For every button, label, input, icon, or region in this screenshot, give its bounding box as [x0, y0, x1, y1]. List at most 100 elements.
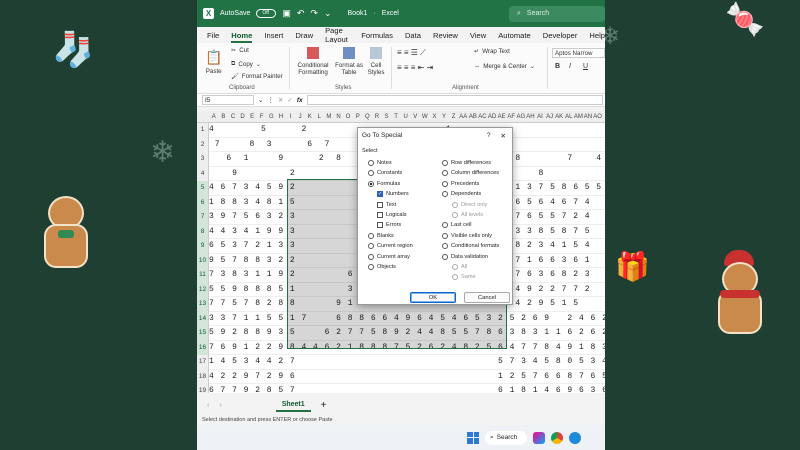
tab-developer[interactable]: Developer: [543, 31, 578, 40]
edge-icon[interactable]: [569, 431, 581, 444]
tab-draw[interactable]: Draw: [295, 31, 313, 40]
radio-data-validation[interactable]: Data validation: [442, 254, 488, 260]
column-header[interactable]: AD: [487, 111, 497, 122]
table-row[interactable]: 4 2 2 9 7 2 9 6 1 2 5 7 6 6 8 7 6 5: [209, 370, 605, 384]
name-box[interactable]: I5: [202, 95, 254, 105]
search-box[interactable]: ⌕ Search: [509, 5, 605, 22]
column-header[interactable]: G: [267, 111, 277, 122]
radio-dependents[interactable]: Dependents: [442, 191, 481, 197]
column-header[interactable]: AJ: [545, 111, 555, 122]
scroll-right-icon[interactable]: ›: [219, 402, 221, 409]
radio-blanks[interactable]: Blanks: [368, 233, 394, 239]
column-header[interactable]: AG: [516, 111, 526, 122]
row-header[interactable]: 7: [197, 210, 209, 225]
radio-row-differences[interactable]: Row differences: [442, 160, 491, 166]
cut-button[interactable]: ✂ Cut: [231, 47, 249, 54]
row-header[interactable]: 5: [197, 181, 209, 196]
paste-button[interactable]: 📋 Paste: [205, 49, 222, 75]
font-name-select[interactable]: Aptos Narrow: [552, 48, 605, 58]
cancel-icon[interactable]: ✕: [278, 96, 283, 104]
table-row[interactable]: 1 4 5 3 4 4 2 7 5 7 3 4 5 8 0 5 3 4: [209, 355, 605, 370]
radio-notes[interactable]: Notes: [368, 160, 392, 166]
add-sheet-button[interactable]: +: [321, 400, 327, 411]
radio-constants[interactable]: Constants: [368, 170, 402, 176]
row-header[interactable]: 3: [197, 152, 209, 167]
column-header[interactable]: AN: [583, 111, 593, 122]
italic-button[interactable]: I: [569, 63, 571, 70]
cancel-button[interactable]: Cancel: [464, 292, 510, 303]
column-header[interactable]: AL: [564, 111, 574, 122]
bold-button[interactable]: B: [555, 63, 560, 70]
windows-start-icon[interactable]: [467, 431, 479, 444]
row-header[interactable]: 1: [197, 123, 209, 138]
checkbox-errors[interactable]: Errors: [377, 222, 401, 228]
tab-automate[interactable]: Automate: [498, 31, 531, 40]
underline-button[interactable]: U: [583, 63, 588, 70]
enter-icon[interactable]: ✓: [287, 96, 292, 104]
ok-button[interactable]: OK: [410, 292, 456, 303]
row-header[interactable]: 14: [197, 311, 209, 326]
taskbar-search[interactable]: ⌕ Search: [485, 430, 527, 445]
row-header[interactable]: 13: [197, 297, 209, 312]
conditional-formatting-button[interactable]: Conditional Formatting: [295, 47, 331, 76]
tab-view[interactable]: View: [470, 31, 486, 40]
column-header[interactable]: I: [286, 111, 296, 122]
column-header[interactable]: Q: [363, 111, 373, 122]
radio-direct-only[interactable]: Direct only: [452, 202, 487, 208]
column-header[interactable]: AB: [468, 111, 478, 122]
row-header[interactable]: 16: [197, 340, 209, 355]
radio-conditional-formats[interactable]: Conditional formats: [442, 243, 499, 249]
column-header[interactable]: B: [219, 111, 229, 122]
radio-objects[interactable]: Objects: [368, 264, 396, 270]
row-header[interactable]: 12: [197, 282, 209, 297]
radio-formulas[interactable]: Formulas: [368, 181, 400, 187]
chevron-down-icon[interactable]: ⌄: [258, 96, 263, 104]
column-header[interactable]: Y: [439, 111, 449, 122]
cell-styles-button[interactable]: Cell Styles: [365, 47, 387, 76]
close-button[interactable]: ✕: [501, 132, 506, 140]
row-header[interactable]: 8: [197, 224, 209, 239]
save-icon[interactable]: ▣: [282, 8, 291, 19]
column-header[interactable]: N: [334, 111, 344, 122]
column-header[interactable]: M: [324, 111, 334, 122]
column-header[interactable]: K: [305, 111, 315, 122]
radio-current-region[interactable]: Current region: [368, 243, 413, 249]
radio-all-levels[interactable]: All levels: [452, 212, 483, 218]
merge-center-button[interactable]: ⇔ Merge & Center ⌄: [474, 63, 535, 70]
formula-input[interactable]: [306, 95, 603, 105]
column-header[interactable]: F: [257, 111, 267, 122]
copy-button[interactable]: ⧉ Copy ⌄: [231, 60, 261, 68]
radio-column-differences[interactable]: Column differences: [442, 170, 499, 176]
redo-icon[interactable]: ↷: [310, 8, 318, 19]
format-painter-button[interactable]: 🖌 Format Painter: [231, 72, 283, 81]
chrome-icon[interactable]: [551, 431, 563, 444]
autosave-toggle[interactable]: Off: [256, 9, 277, 18]
column-header[interactable]: AI: [535, 111, 545, 122]
column-header[interactable]: C: [228, 111, 238, 122]
column-header[interactable]: AC: [478, 111, 488, 122]
checkbox-text[interactable]: Text: [377, 202, 396, 208]
customize-icon[interactable]: ⌄: [324, 8, 332, 19]
row-header[interactable]: 11: [197, 268, 209, 283]
column-header[interactable]: X: [430, 111, 440, 122]
fx-icon[interactable]: fx: [297, 97, 303, 104]
tab-data[interactable]: Data: [405, 31, 421, 40]
sheet-tab-sheet1[interactable]: Sheet1: [275, 399, 311, 412]
undo-icon[interactable]: ↶: [297, 8, 305, 19]
column-header[interactable]: AO: [593, 111, 603, 122]
row-header[interactable]: 2: [197, 137, 209, 152]
column-header[interactable]: AA: [458, 111, 468, 122]
radio-visible-cells-only[interactable]: Visible cells only: [442, 233, 492, 239]
column-header[interactable]: AE: [497, 111, 507, 122]
format-as-table-button[interactable]: Format as Table: [335, 47, 363, 76]
column-header[interactable]: Z: [449, 111, 459, 122]
scroll-left-icon[interactable]: ‹: [207, 402, 209, 409]
tab-home[interactable]: Home: [231, 28, 253, 43]
column-header[interactable]: D: [238, 111, 248, 122]
column-header[interactable]: A: [209, 111, 219, 122]
column-header[interactable]: P: [353, 111, 363, 122]
column-header[interactable]: W: [420, 111, 430, 122]
checkbox-logicals[interactable]: Logicals: [377, 212, 407, 218]
column-header[interactable]: L: [315, 111, 325, 122]
row-header[interactable]: 19: [197, 384, 209, 393]
